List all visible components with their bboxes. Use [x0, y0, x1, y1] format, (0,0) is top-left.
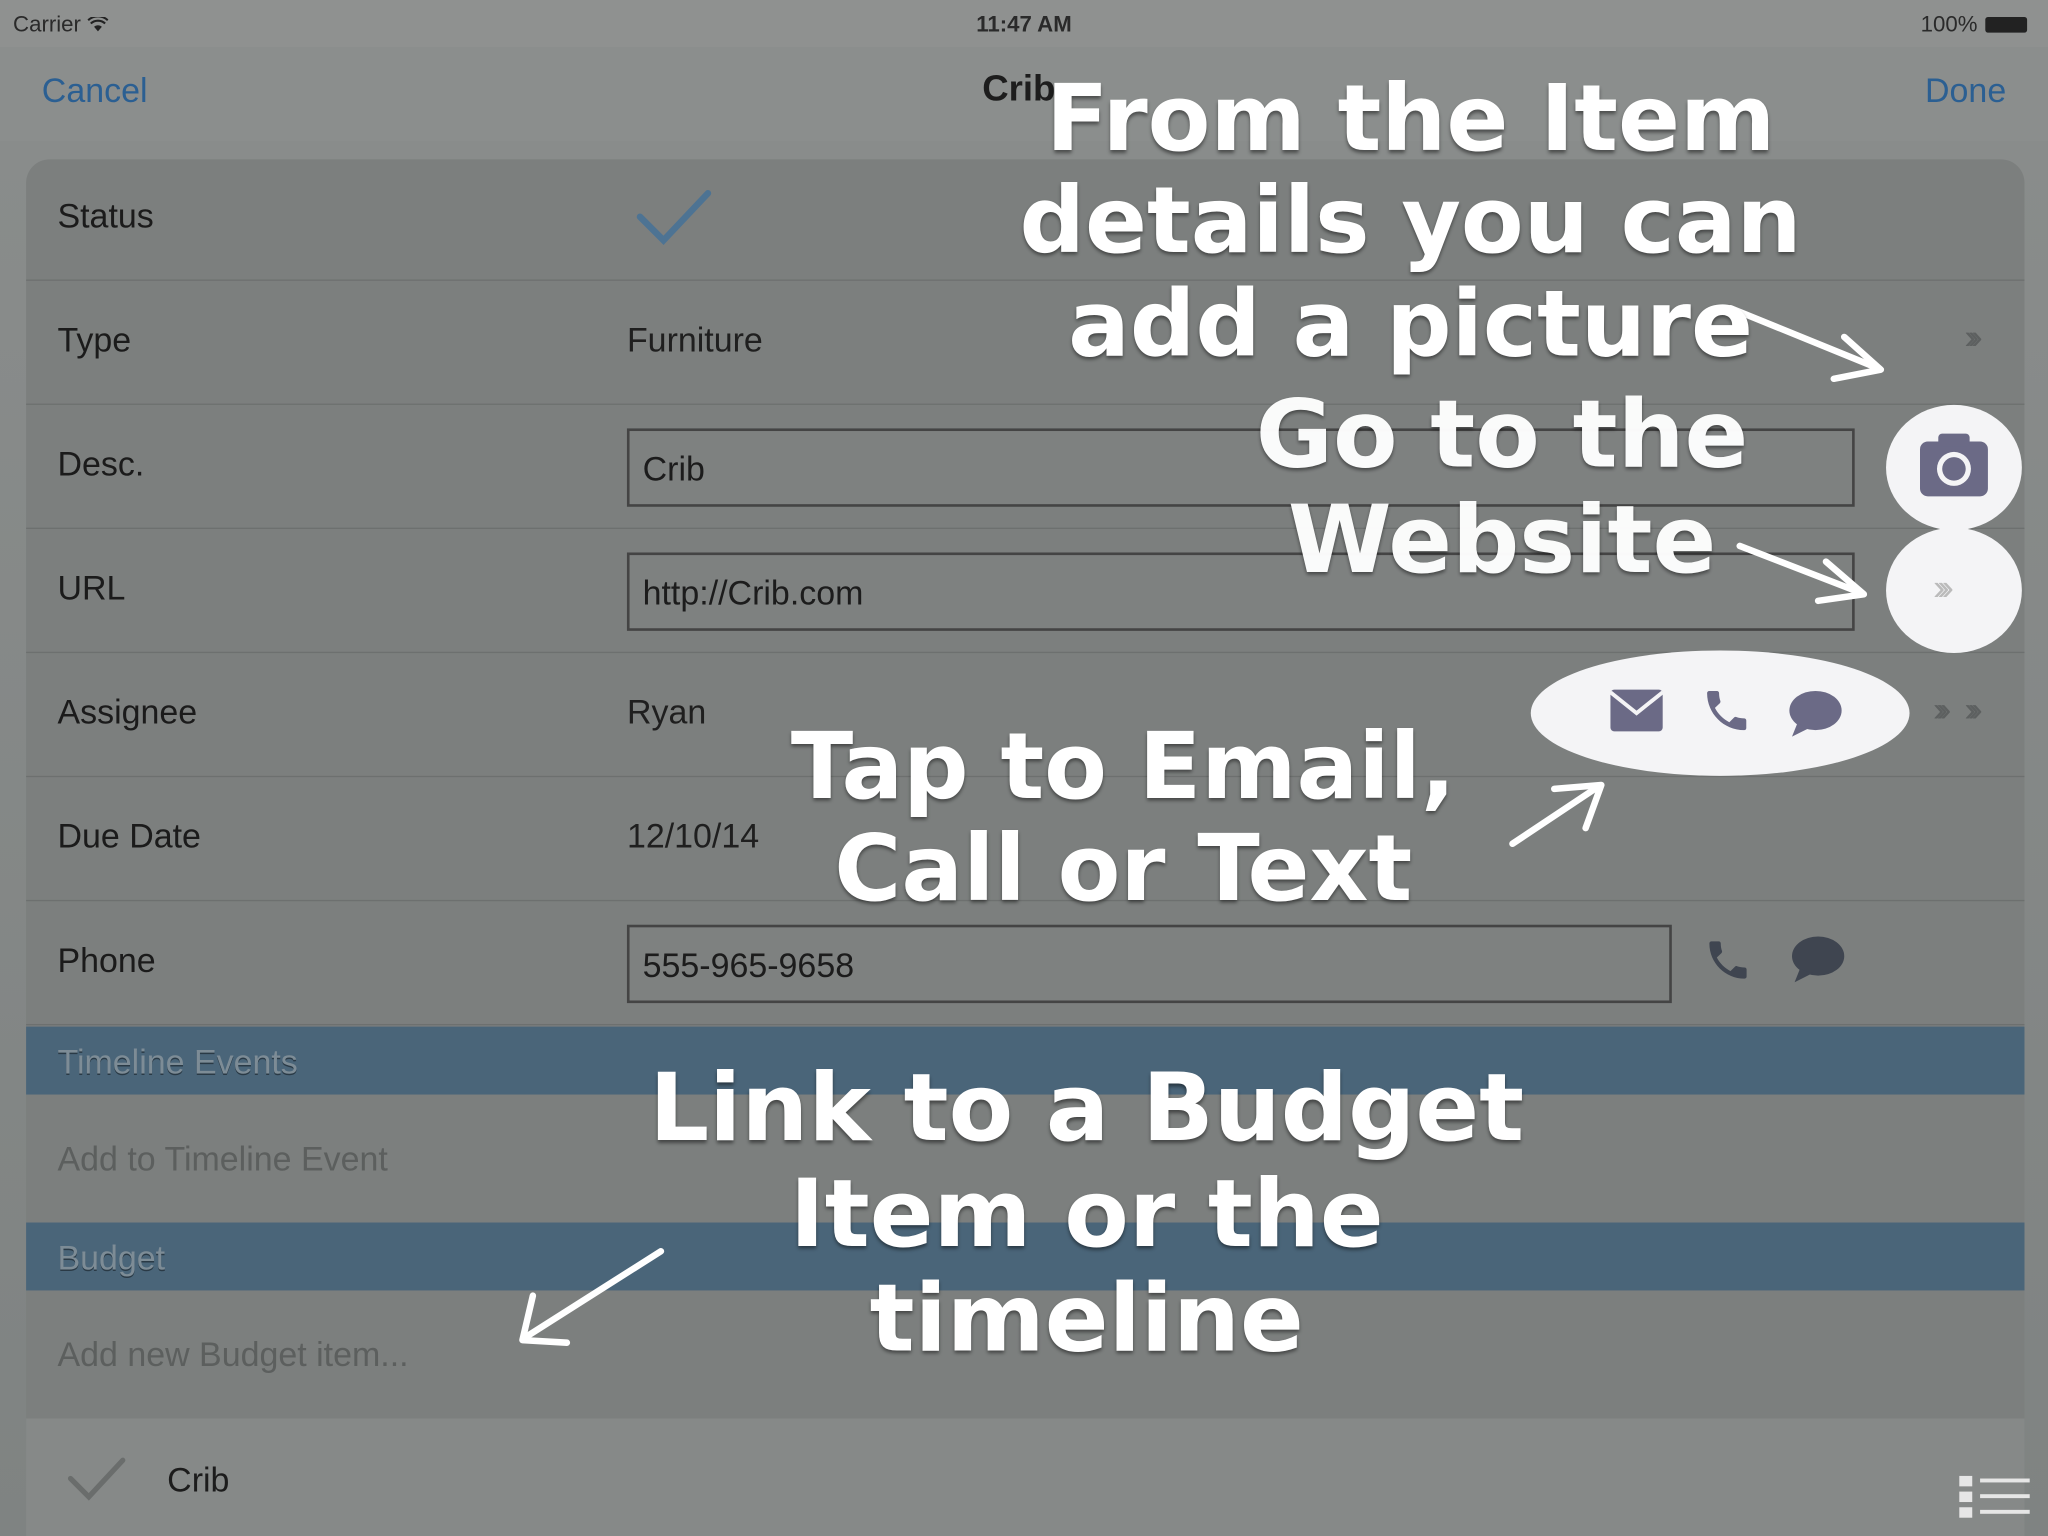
annotation-link: Link to a Budget Item or the timeline [649, 1052, 1525, 1374]
annotation-contact: Tap to Email, Call or Text [790, 713, 1456, 923]
annotation-website: Go to the Website [1255, 378, 1749, 594]
app-screen: Carrier 11:47 AM 100% Cancel Crib Done S… [0, 0, 2048, 1536]
annotation-picture: From the Item details you can add a pict… [1019, 65, 1802, 378]
